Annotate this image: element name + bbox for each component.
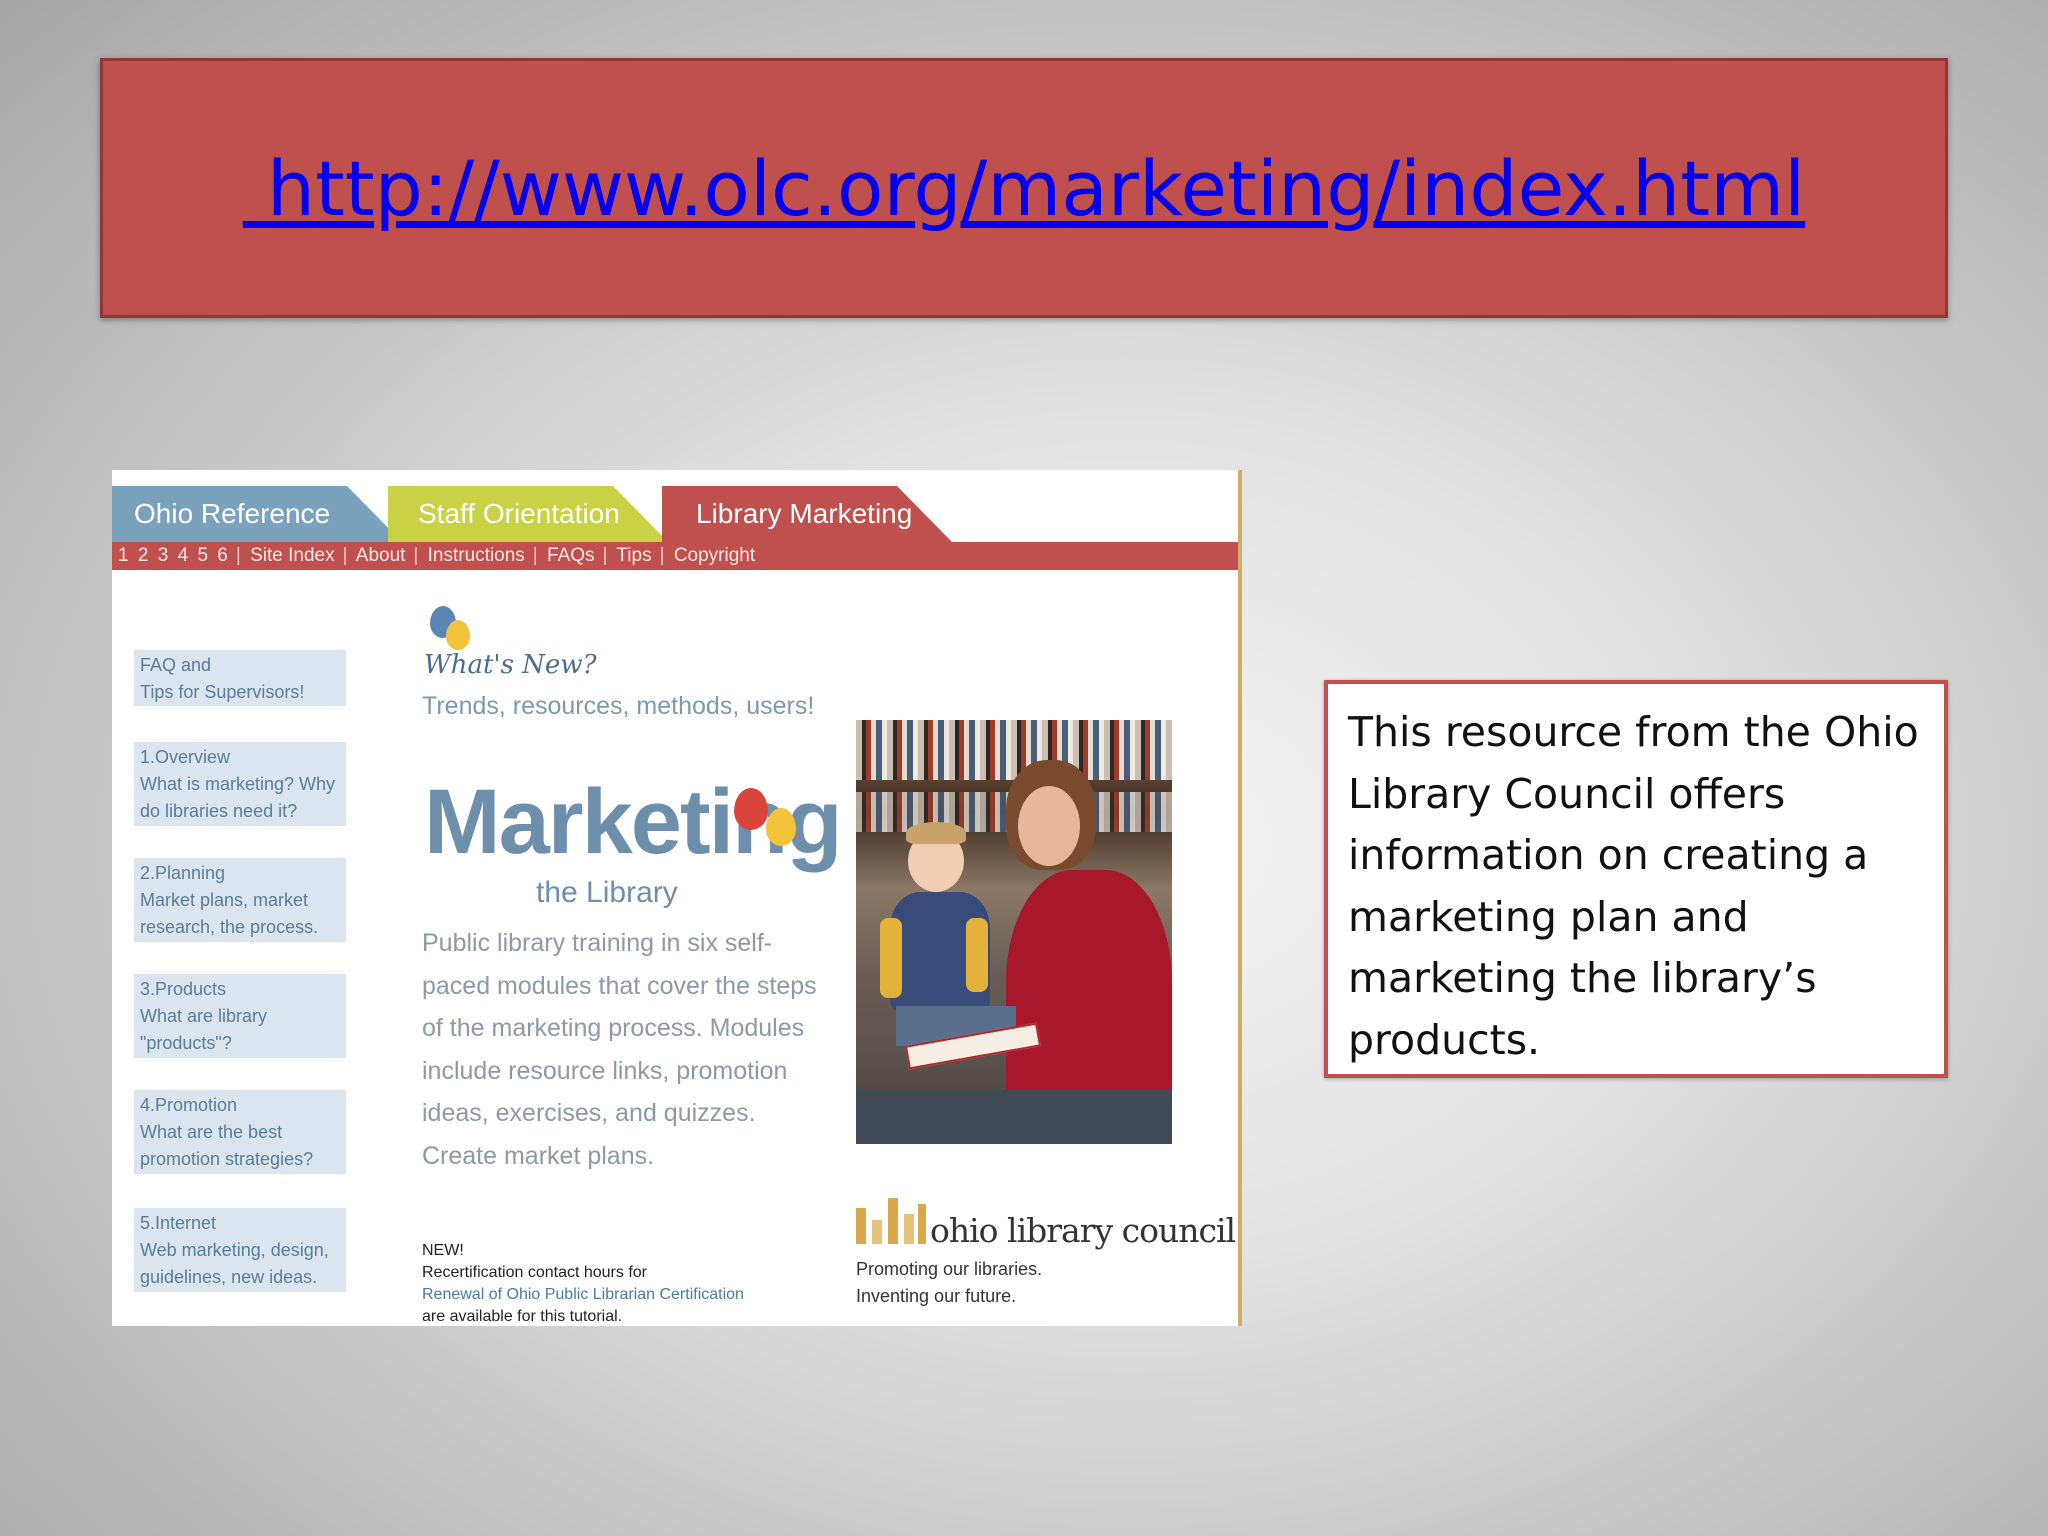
news-line: Recertification contact hours for [422,1264,647,1281]
tagline-line: Inventing our future. [856,1286,1017,1306]
sidebar-item-desc: Market plans, market research, the proce… [140,890,319,937]
sidebar-item-desc: What are the best promotion strategies? [140,1122,314,1169]
logo-bar [918,1204,926,1244]
olc-logo: ohio library council [856,1184,1236,1250]
olc-tagline: Promoting our libraries. Inventing our f… [856,1256,1176,1310]
site-tab-strip: Ohio Reference Staff Orientation Library… [112,470,1238,542]
floor-area [856,1090,1172,1144]
tab-library-marketing: Library Marketing [662,486,952,542]
nav-item-1: 1 [118,545,129,566]
balloon-red-icon [734,788,768,830]
tab-ohio-reference: Ohio Reference [112,486,402,542]
balloon-yellow-icon [766,808,796,846]
sidebar-item-desc: What is marketing? Why do libraries need… [140,774,336,821]
logo-bar [888,1198,898,1244]
nav-about: About [355,545,406,566]
sidebar-item-internet: 5.Internet Web marketing, design, guidel… [134,1208,346,1292]
sidebar-item-desc: Tips for Supervisors! [140,682,305,702]
nav-item-4: 4 [177,545,189,566]
olc-name: ohio library council [930,1211,1236,1250]
description-box: This resource from the Ohio Library Coun… [1324,680,1948,1078]
sidebar-item-faq: FAQ and Tips for Supervisors! [134,650,346,706]
whats-new-heading: What's New? [424,650,597,680]
description-text: This resource from the Ohio Library Coun… [1348,708,1919,1064]
sidebar-item-desc: Web marketing, design, guidelines, new i… [140,1240,329,1287]
sidebar-item-title: 4.Promotion [140,1095,238,1115]
title-banner: http://www.olc.org/marketing/index.html [100,58,1948,318]
sidebar-item-planning: 2.Planning Market plans, market research… [134,858,346,942]
logo-bar [856,1208,866,1244]
nav-item-2: 2 [137,545,149,566]
logo-bar [872,1220,882,1244]
tab-staff-orientation: Staff Orientation [388,486,668,542]
sidebar-item-title: 5.Internet [140,1213,217,1233]
bookshelf [856,720,1172,780]
nav-item-3: 3 [157,545,169,566]
sidebar-item-title: 3.Products [140,979,227,999]
sidebar-item-overview: 1.Overview What is marketing? Why do lib… [134,742,346,826]
sidebar-item-promotion: 4.Promotion What are the best promotion … [134,1090,346,1174]
marketing-subtitle: the Library [536,876,678,909]
nav-faqs: FAQs [547,545,595,566]
certification-link: Renewal of Ohio Public Librarian Certifi… [422,1286,744,1303]
website-screenshot: Ohio Reference Staff Orientation Library… [112,470,1242,1326]
nav-item-6: 6 [217,545,228,566]
news-label: NEW! [422,1242,464,1259]
trends-text: Trends, resources, methods, users! [422,692,815,720]
sidebar-item-products: 3.Products What are library "products"? [134,974,346,1058]
nav-site-index: Site Index [250,545,335,566]
olc-marketing-link[interactable]: http://www.olc.org/marketing/index.html [243,144,1805,233]
news-line: are available for this tutorial. [422,1308,623,1325]
site-nav-bar: 1 2 3 4 5 6 | Site Index | About | Instruct… [112,542,1238,570]
nav-item-5: 5 [197,545,209,566]
child-hair [906,822,966,844]
balloon-yellow-icon [446,620,470,650]
logo-bar [904,1214,914,1244]
child-sleeve [966,918,988,992]
news-block: NEW! Recertification contact hours for R… [422,1240,802,1326]
sidebar-item-desc: What are library "products"? [140,1006,268,1053]
sidebar-item-title: FAQ and [140,655,212,675]
sidebar-item-title: 1.Overview [140,747,231,767]
nav-tips: Tips [616,545,652,566]
tagline-line: Promoting our libraries. [856,1259,1043,1279]
woman-face [1018,786,1080,866]
nav-copyright: Copyright [673,545,756,566]
sidebar-item-title: 2.Planning [140,863,226,883]
library-reading-photo [856,720,1172,1144]
child-sleeve [880,918,902,998]
nav-instructions: Instructions [427,545,525,566]
training-blurb: Public library training in six self-pace… [422,929,817,1170]
